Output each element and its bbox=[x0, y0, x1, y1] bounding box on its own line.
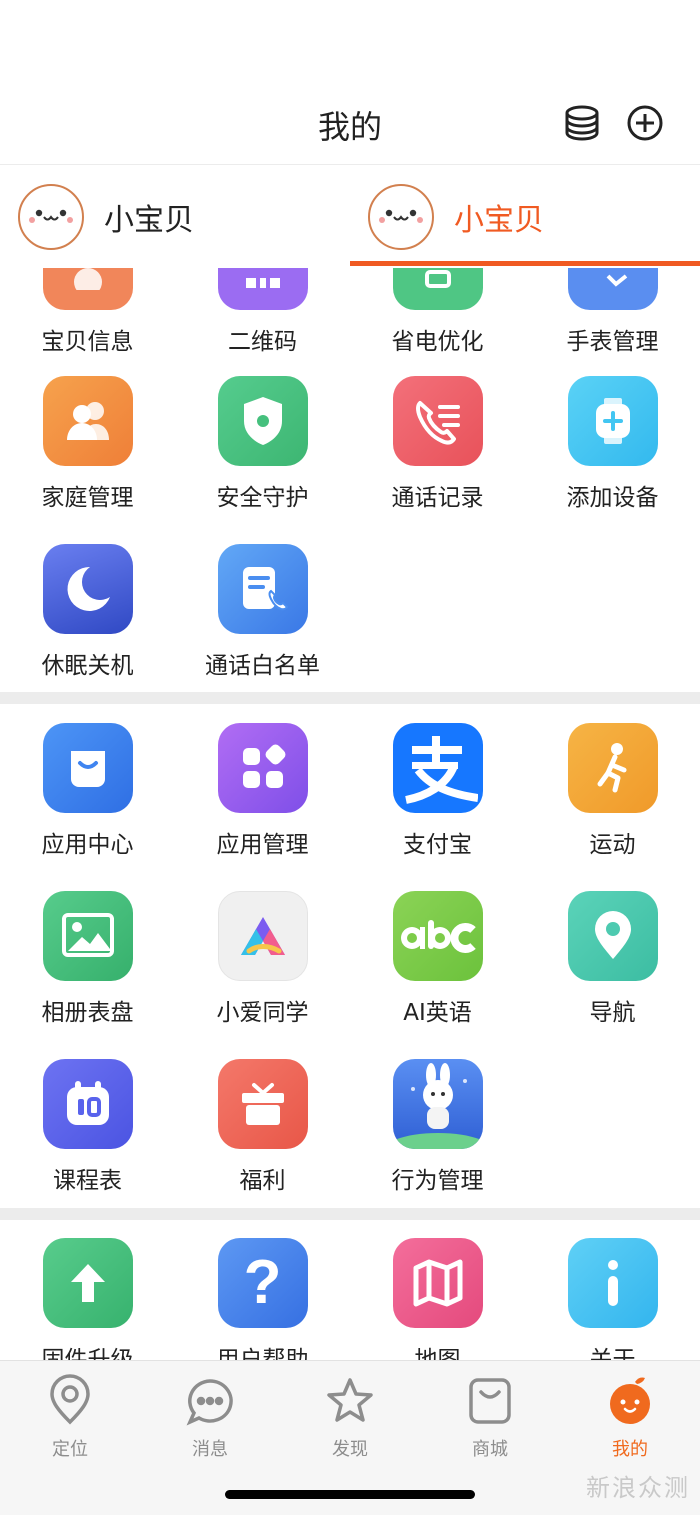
moon-icon bbox=[42, 544, 133, 634]
grid-item-schedule[interactable]: 课程表 bbox=[0, 1059, 175, 1195]
tab-messages[interactable]: 消息 bbox=[140, 1373, 280, 1461]
grid-item-navigation[interactable]: 导航 bbox=[525, 891, 700, 1027]
abc-icon bbox=[392, 891, 483, 981]
top-header: 我的 bbox=[0, 0, 700, 165]
grid-item-baby-info[interactable]: 宝贝信息 bbox=[0, 268, 175, 356]
battery-saver-icon bbox=[392, 268, 483, 310]
grid-item-ai-english[interactable]: AI英语 bbox=[350, 891, 525, 1027]
running-icon bbox=[567, 723, 658, 813]
add-circle-icon[interactable] bbox=[625, 103, 665, 143]
whitelist-icon bbox=[217, 544, 308, 634]
feature-grid[interactable]: 宝贝信息 二维码 省电优化 手表管理 家庭管理 安全守护 通话记录 添加设备 休… bbox=[0, 268, 700, 1360]
family-icon bbox=[42, 376, 133, 466]
shield-icon bbox=[217, 376, 308, 466]
alipay-icon bbox=[392, 723, 483, 813]
xiaoai-icon bbox=[217, 891, 308, 981]
gallery-icon bbox=[42, 891, 133, 981]
grid-item-sports[interactable]: 运动 bbox=[525, 723, 700, 859]
shopping-bag-icon bbox=[42, 723, 133, 813]
grid-item-call-log[interactable]: 通话记录 bbox=[350, 376, 525, 512]
grid-item-watch-manage[interactable]: 手表管理 bbox=[525, 268, 700, 356]
qr-code-icon bbox=[217, 268, 308, 310]
grid-item-safety[interactable]: 安全守护 bbox=[175, 376, 350, 512]
grid-item-battery-saver[interactable]: 省电优化 bbox=[350, 268, 525, 356]
schedule-icon bbox=[42, 1059, 133, 1149]
tab-discover[interactable]: 发现 bbox=[280, 1373, 420, 1461]
profile-name-active: 小宝贝 bbox=[454, 203, 544, 238]
kaomoji-face-icon bbox=[29, 209, 73, 223]
profile-name: 小宝贝 bbox=[104, 203, 194, 238]
watch-manage-icon bbox=[567, 268, 658, 310]
upgrade-arrow-icon bbox=[42, 1238, 133, 1328]
grid-item-about[interactable]: 关于 bbox=[525, 1238, 700, 1360]
mascot-icon bbox=[560, 1373, 700, 1429]
grid-item-photo-watchface[interactable]: 相册表盘 bbox=[0, 891, 175, 1027]
home-indicator[interactable] bbox=[225, 1490, 475, 1499]
message-icon bbox=[140, 1373, 280, 1429]
star-icon bbox=[280, 1373, 420, 1429]
gift-icon bbox=[217, 1059, 308, 1149]
call-log-icon bbox=[392, 376, 483, 466]
map-icon bbox=[392, 1238, 483, 1328]
grid-item-user-help[interactable]: ? 用户帮助 bbox=[175, 1238, 350, 1360]
grid-item-xiaoai[interactable]: 小爱同学 bbox=[175, 891, 350, 1027]
grid-item-benefits[interactable]: 福利 bbox=[175, 1059, 350, 1195]
location-icon bbox=[0, 1373, 140, 1429]
grid-item-behavior-manage[interactable]: 行为管理 bbox=[350, 1059, 525, 1195]
coins-stack-icon[interactable] bbox=[562, 103, 602, 143]
baby-info-icon bbox=[42, 268, 133, 310]
tab-mine[interactable]: 我的 bbox=[560, 1373, 700, 1461]
profile-tab-2[interactable]: 小宝贝 bbox=[368, 182, 544, 252]
active-tab-indicator bbox=[350, 261, 700, 266]
grid-item-app-center[interactable]: 应用中心 bbox=[0, 723, 175, 859]
section-divider bbox=[0, 1208, 700, 1220]
shop-bag-icon bbox=[420, 1373, 560, 1429]
add-device-icon bbox=[567, 376, 658, 466]
grid-item-qr-code[interactable]: 二维码 bbox=[175, 268, 350, 356]
tab-location[interactable]: 定位 bbox=[0, 1373, 140, 1461]
grid-item-sleep-shutdown[interactable]: 休眠关机 bbox=[0, 544, 175, 680]
profile-switcher: 小宝贝 小宝贝 bbox=[0, 165, 700, 268]
rabbit-astronaut-icon bbox=[392, 1059, 483, 1149]
question-icon: ? bbox=[217, 1238, 308, 1328]
grid-item-map[interactable]: 地图 bbox=[350, 1238, 525, 1360]
avatar bbox=[368, 184, 434, 250]
profile-tab-1[interactable]: 小宝贝 bbox=[18, 182, 194, 252]
location-pin-icon bbox=[567, 891, 658, 981]
grid-item-family[interactable]: 家庭管理 bbox=[0, 376, 175, 512]
tab-shop[interactable]: 商城 bbox=[420, 1373, 560, 1461]
app-grid-icon bbox=[217, 723, 308, 813]
avatar bbox=[18, 184, 84, 250]
grid-item-app-manage[interactable]: 应用管理 bbox=[175, 723, 350, 859]
section-divider bbox=[0, 692, 700, 704]
grid-item-firmware-upgrade[interactable]: 固件升级 bbox=[0, 1238, 175, 1360]
grid-item-call-whitelist[interactable]: 通话白名单 bbox=[175, 544, 350, 680]
grid-item-alipay[interactable]: 支付宝 bbox=[350, 723, 525, 859]
info-icon bbox=[567, 1238, 658, 1328]
watermark-text: 新浪众测 bbox=[586, 1474, 690, 1502]
grid-item-add-device[interactable]: 添加设备 bbox=[525, 376, 700, 512]
kaomoji-face-icon bbox=[379, 209, 423, 223]
